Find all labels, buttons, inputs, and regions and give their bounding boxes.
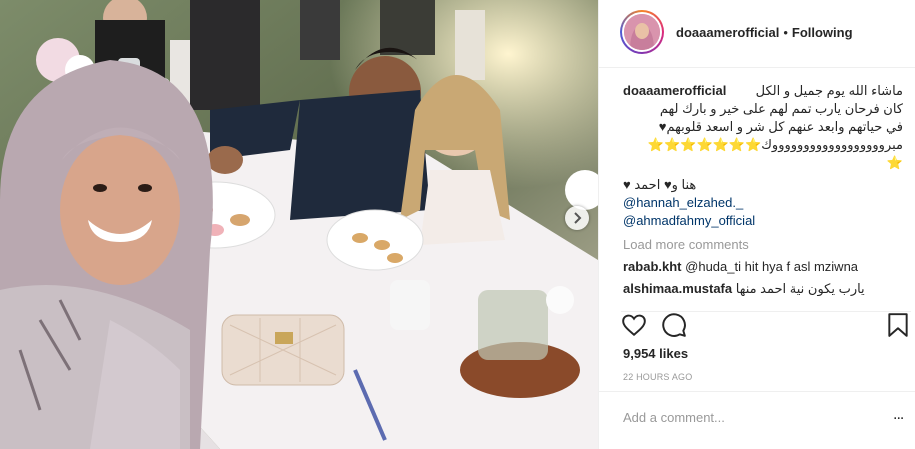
like-count[interactable]: 9,954 likes (623, 346, 688, 361)
post-photo[interactable] (0, 0, 598, 449)
caption: doaaamerofficial ماشاء الله يوم جميل و ا… (623, 82, 903, 230)
comment-item: alshimaa.mustafa يارب يكون نية احمد منها (623, 280, 903, 296)
post-actions (621, 311, 911, 342)
mention-link[interactable]: @ahmadfahmy_official (623, 212, 903, 230)
post-header: doaaamerofficial • Following (599, 0, 915, 68)
save-button[interactable] (887, 312, 913, 338)
caption-line: كان فرحان يارب تمم لهم على خير و بارك له… (659, 101, 903, 116)
heart-icon (622, 314, 646, 337)
caption-names: ♥ هنا و♥ احمد (623, 177, 697, 192)
avatar-illustration (624, 14, 660, 50)
follow-status-button[interactable]: Following (792, 25, 853, 40)
comment-text: @huda_ti hit hya f asl mziwna (685, 259, 859, 274)
avatar-picture (624, 14, 660, 50)
caption-line: في حياتهم وابعد عنهم كل شر و اسعد قلوبهم… (658, 119, 903, 134)
caption-line: مبرووووووووووووووووووك⭐⭐⭐⭐⭐⭐⭐ (647, 137, 903, 152)
author-avatar[interactable] (620, 10, 664, 54)
photo-illustration (0, 0, 598, 449)
comment-bubble-icon (662, 313, 686, 337)
header-separator: • (783, 25, 788, 40)
chevron-right-icon (574, 212, 582, 224)
mention-link[interactable]: @hannah_elzahed._ (623, 194, 903, 212)
more-options-button[interactable]: ... (893, 406, 904, 424)
caption-line: ⭐ (886, 155, 903, 170)
comment-button[interactable] (661, 312, 687, 338)
comment-username[interactable]: rabab.kht (623, 259, 682, 274)
post-timestamp[interactable]: 22 HOURS AGO (623, 372, 692, 382)
author-username[interactable]: doaaamerofficial (676, 25, 779, 40)
bookmark-icon (888, 313, 908, 337)
comment-username[interactable]: alshimaa.mustafa (623, 281, 732, 296)
post-side-panel: doaaamerofficial • Following doaaameroffic… (598, 0, 915, 449)
add-comment-input[interactable]: Add a comment... (623, 410, 725, 425)
caption-username[interactable]: doaaamerofficial (623, 83, 726, 98)
like-button[interactable] (621, 312, 647, 338)
add-comment-bar: Add a comment... ... (599, 391, 915, 447)
comment-text: يارب يكون نية احمد منها (735, 281, 865, 296)
load-more-comments-link[interactable]: Load more comments (623, 236, 903, 254)
comment-item: rabab.kht @huda_ti hit hya f asl mziwna (623, 258, 903, 276)
comments-section: doaaamerofficial ماشاء الله يوم جميل و ا… (623, 82, 903, 296)
carousel-next-button[interactable] (565, 206, 589, 230)
header-text: doaaamerofficial • Following (676, 25, 853, 40)
